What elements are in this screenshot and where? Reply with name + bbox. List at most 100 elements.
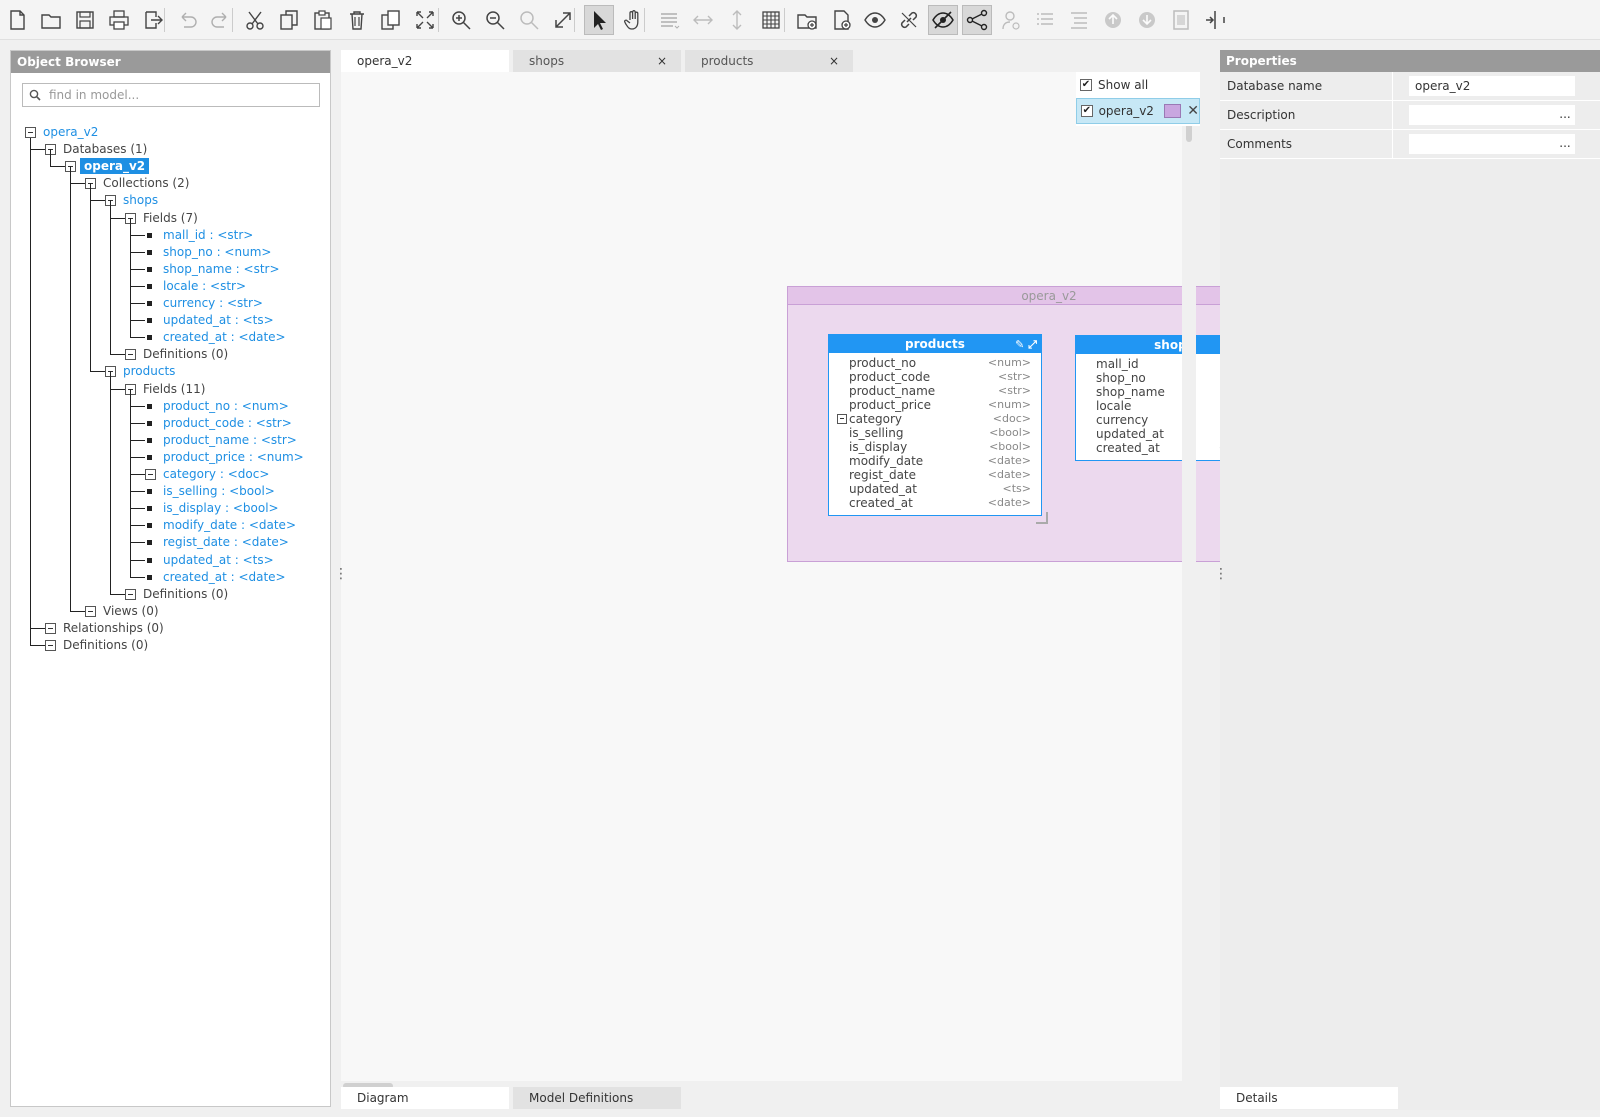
search-box[interactable] [22,83,320,107]
property-value-field[interactable] [1409,105,1575,125]
collapse-toggle-icon[interactable] [125,588,136,600]
new-doc-button[interactable] [826,5,856,35]
property-value-field[interactable] [1409,134,1575,154]
split-button[interactable] [1200,5,1230,35]
tree-node-collections[interactable]: Collections (2) [103,175,189,191]
entity-field-row[interactable]: category <doc> [829,412,1041,426]
tree-field-item[interactable]: category : <doc> [163,466,269,482]
vresize-button[interactable] [722,5,752,35]
edit-ellipsis-button[interactable]: ... [1555,105,1575,125]
collapse-toggle-icon[interactable] [145,469,156,480]
canvas-vertical-scrollbar[interactable] [1182,72,1196,1081]
zoom-in-button[interactable] [446,5,476,35]
entity-field-row[interactable]: is_selling <bool> [829,426,1041,440]
collapse-toggle-icon[interactable] [25,127,36,138]
fit-button[interactable] [410,5,440,35]
tab-shops[interactable]: shops × [513,50,681,72]
paste-button[interactable] [308,5,338,35]
align-button[interactable] [654,5,684,35]
tree-node-views[interactable]: Views (0) [103,603,159,619]
relationship-button[interactable] [962,5,992,35]
tree-node-database-selected[interactable]: opera_v2 [80,158,150,175]
bottom-tab-details[interactable]: Details [1220,1087,1398,1109]
show-all-row[interactable]: ✔ Show all [1076,72,1200,98]
tree-field-item[interactable]: updated_at : <ts> [163,312,274,328]
bottom-tab-diagram[interactable]: Diagram [341,1087,509,1109]
tree-field-item[interactable]: mall_id : <str> [163,227,253,243]
resize-handle-icon[interactable] [1036,512,1048,524]
tree-field-item[interactable]: updated_at : <ts> [163,552,274,568]
duplicate-button[interactable] [376,5,406,35]
print-button[interactable] [104,5,134,35]
entity-field-row[interactable]: product_price <num> [829,398,1041,412]
new-collection-button[interactable] [792,5,822,35]
list-button[interactable] [1030,5,1060,35]
edit-ellipsis-button[interactable]: ... [1555,134,1575,154]
select-pointer-button[interactable] [584,5,614,35]
tree-field-item[interactable]: created_at : <date> [163,329,286,345]
entity-field-row[interactable]: regist_date <date> [829,468,1041,482]
tree-field-item[interactable]: regist_date : <date> [163,534,289,550]
new-file-button[interactable] [2,5,32,35]
entity-field-row[interactable]: created_at <date> [829,496,1041,510]
edit-expand-icons[interactable]: ✎ ⤢ [1015,336,1037,354]
entity-header[interactable]: products ✎ ⤢ [829,335,1041,353]
tree-node-shops-definitions[interactable]: Definitions (0) [143,346,228,362]
layer-checkbox[interactable]: ✔ [1081,105,1093,117]
user-button[interactable] [996,5,1026,35]
show-all-checkbox[interactable]: ✔ [1080,79,1092,91]
tree-field-item[interactable]: is_display : <bool> [163,500,279,516]
tree-field-item[interactable]: product_name : <str> [163,432,297,448]
tree-field-item[interactable]: is_selling : <bool> [163,483,275,499]
property-value-field[interactable]: opera_v2 [1409,76,1575,96]
hresize-button[interactable] [688,5,718,35]
collapse-toggle-icon[interactable] [85,605,96,617]
hide-eye-button[interactable] [928,5,958,35]
layer-color-swatch[interactable] [1163,104,1182,118]
tree-field-item[interactable]: product_price : <num> [163,449,304,465]
zoom-out-button[interactable] [480,5,510,35]
right-splitter-handle[interactable]: ⋮ [1214,567,1228,581]
tree-field-item[interactable]: locale : <str> [163,278,246,294]
entity-field-row[interactable]: product_name <str> [829,384,1041,398]
link-button[interactable] [894,5,924,35]
move-down-button[interactable] [1132,5,1162,35]
tree-field-item[interactable]: shop_name : <str> [163,261,280,277]
save-button[interactable] [70,5,100,35]
tree-node-definitions[interactable]: Definitions (0) [63,637,148,653]
tree-node-relationships[interactable]: Relationships (0) [63,620,164,636]
delete-button[interactable] [342,5,372,35]
tree-field-item[interactable]: created_at : <date> [163,569,286,585]
undo-button[interactable] [172,5,202,35]
frame-button[interactable] [1166,5,1196,35]
collapse-toggle-icon[interactable] [45,622,56,634]
open-folder-button[interactable] [36,5,66,35]
tree-field-item[interactable]: modify_date : <date> [163,517,296,533]
entity-field-row[interactable]: product_no <num> [829,356,1041,370]
collapse-toggle-icon[interactable] [837,414,847,424]
diagram-canvas[interactable]: opera_v2 products ✎ ⤢ product_no <num> produ… [341,72,1311,1081]
collapse-toggle-icon[interactable] [45,640,56,651]
tree-node-products-definitions[interactable]: Definitions (0) [143,586,228,602]
close-tab-icon[interactable]: × [829,50,839,72]
tree-field-item[interactable]: product_no : <num> [163,398,289,414]
entity-field-row[interactable]: is_display <bool> [829,440,1041,454]
tab-opera_v2[interactable]: opera_v2 [341,50,509,72]
tree-node-products[interactable]: products [123,363,175,379]
list2-button[interactable] [1064,5,1094,35]
cut-button[interactable] [240,5,270,35]
search-input[interactable] [49,86,314,104]
tree-node-shops-fields[interactable]: Fields (7) [143,210,198,226]
tree-node-root[interactable]: opera_v2 [43,124,98,140]
show-eye-button[interactable] [860,5,890,35]
tree-node-products-fields[interactable]: Fields (11) [143,381,205,397]
entity-field-row[interactable]: modify_date <date> [829,454,1041,468]
remove-layer-icon[interactable]: ✕ [1187,103,1199,119]
tree-field-item[interactable]: product_code : <str> [163,415,292,431]
zoom-reset-button[interactable] [514,5,544,35]
bottom-tab-model-definitions[interactable]: Model Definitions [513,1087,681,1109]
tree-node-databases[interactable]: Databases (1) [63,141,147,157]
entity-products[interactable]: products ✎ ⤢ product_no <num> product_code <s… [828,334,1042,516]
grid-button[interactable] [756,5,786,35]
entity-field-row[interactable]: product_code <str> [829,370,1041,384]
